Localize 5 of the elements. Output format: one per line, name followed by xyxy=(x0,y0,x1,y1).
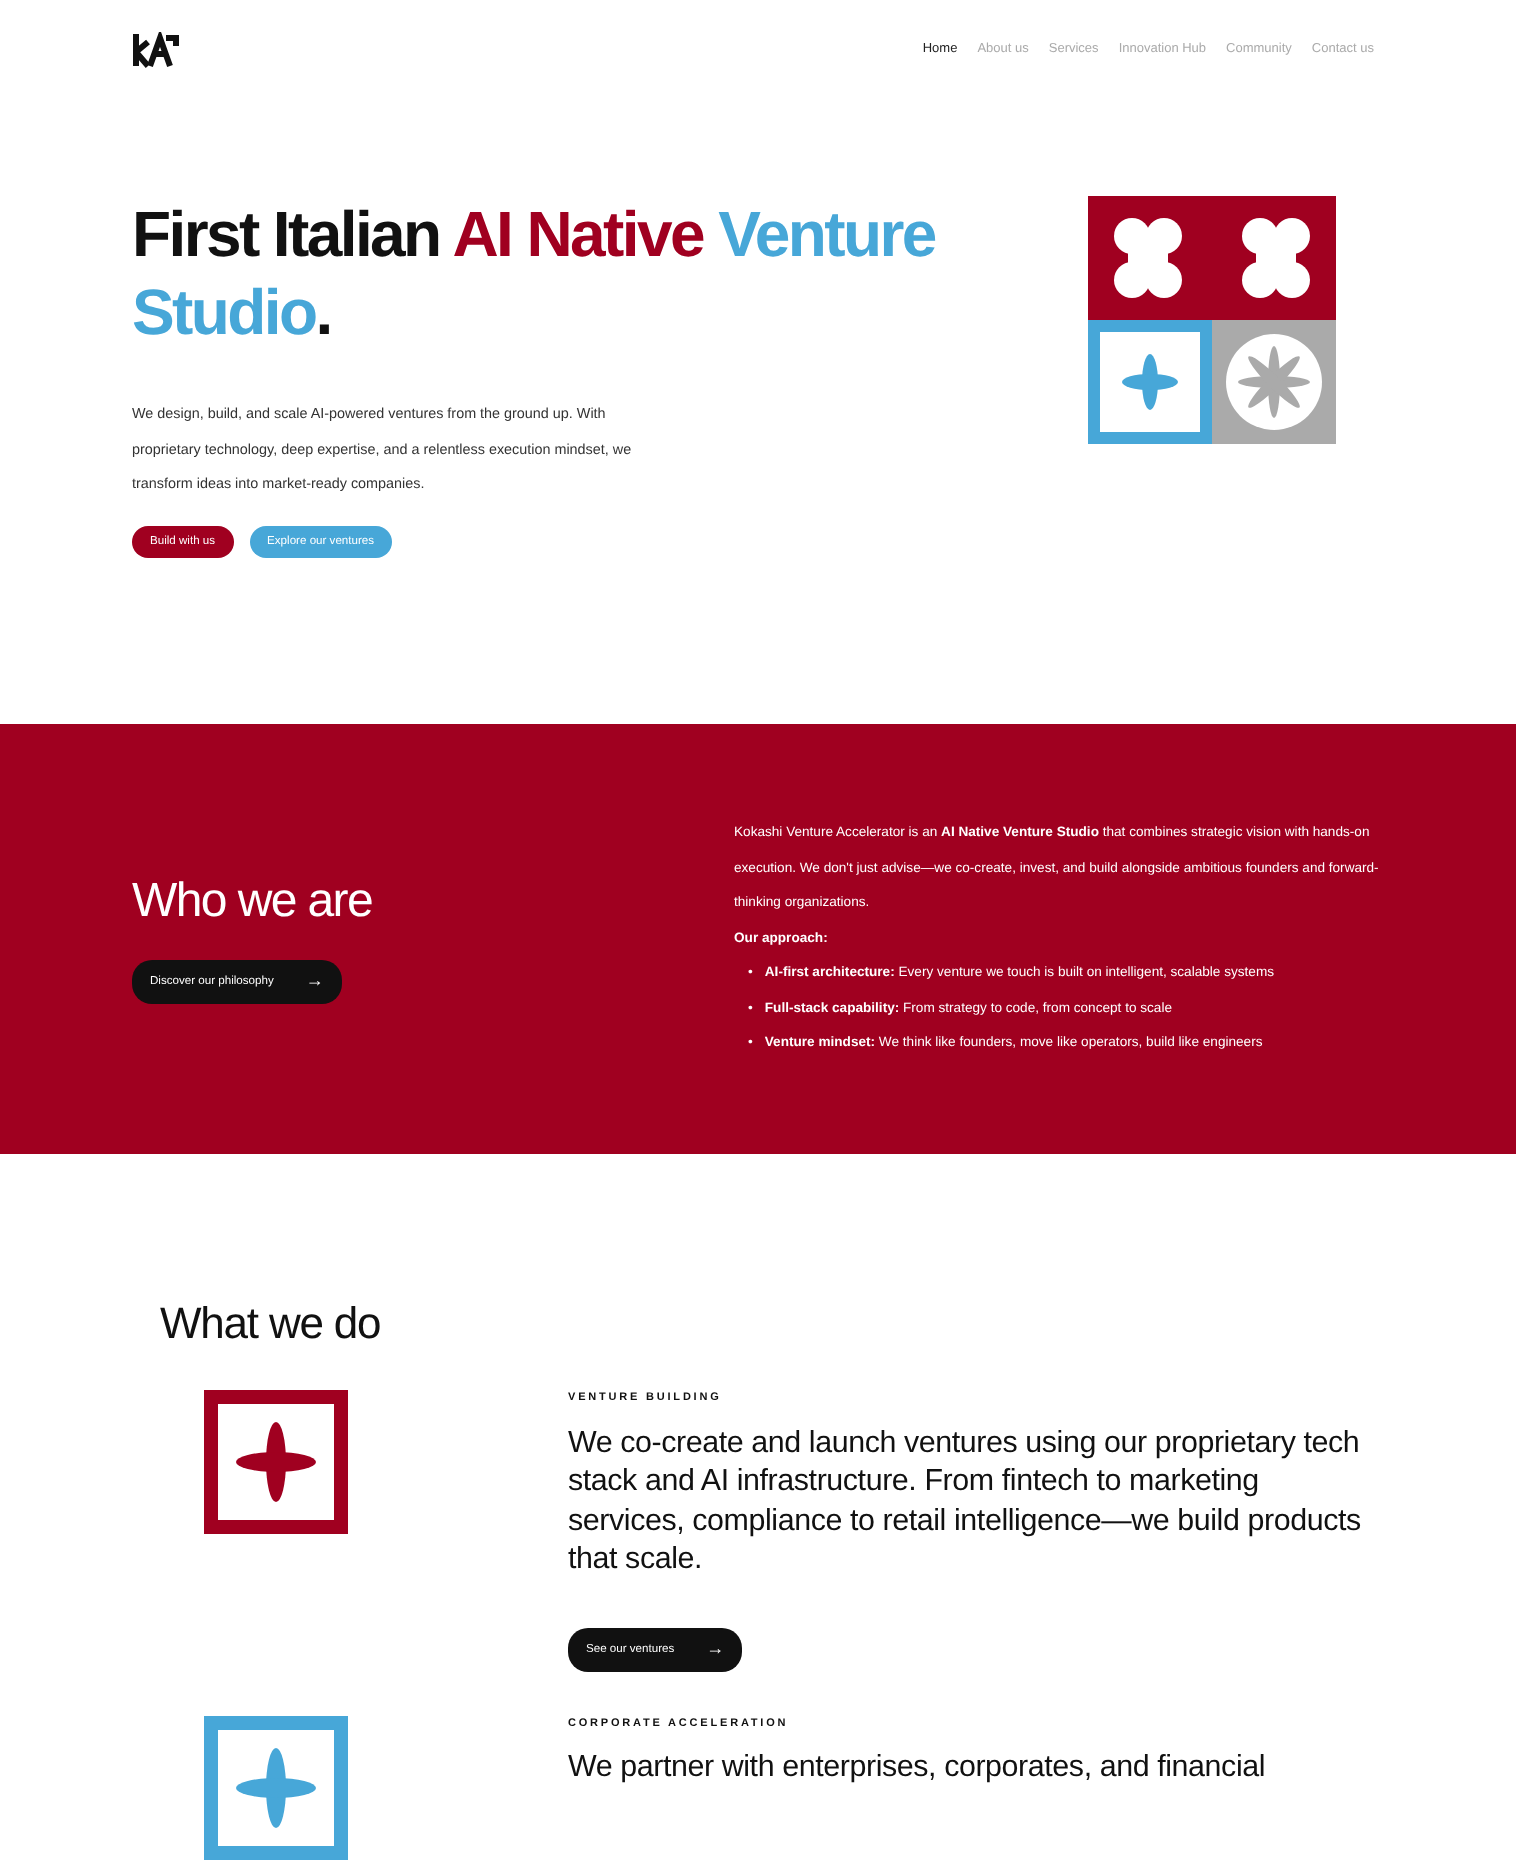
section-heading: Who we are xyxy=(132,874,373,932)
service-description: We partner with enterprises, corporates, and financial xyxy=(568,1747,1268,1787)
service-description: We co-create and launch ventures using our proprietary tech stack and AI infrastructure. From fintech to marketing services, compliance to retail intelligence—we build products that scale. xyxy=(568,1423,1363,1580)
hero-heading: First Italian AI Native Venture Studio. xyxy=(132,196,937,352)
section-heading: What we do xyxy=(160,1298,383,1351)
